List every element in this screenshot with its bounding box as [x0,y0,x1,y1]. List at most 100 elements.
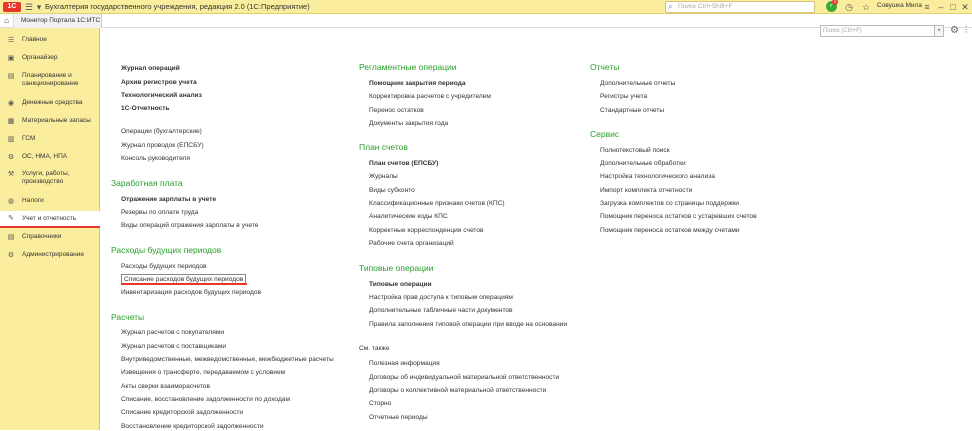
link-transfer-notices[interactable]: Извещения о трансферте, передаваемом с у… [121,368,285,377]
stock-icon: ▦ [7,118,15,125]
link-tech-analysis-settings[interactable]: Настройка технологического анализа [600,172,715,181]
sidebar-item-taxes[interactable]: ◍ Налоги [0,197,100,205]
sidebar-item-stock[interactable]: ▦ Материальные запасы [0,117,100,125]
notification-count-badge: 1 [832,0,838,5]
sidebar-item-label: Налоги [22,197,44,204]
search-icon: ⌕ [668,2,673,11]
link-typical-access[interactable]: Настройка прав доступа к типовым операци… [369,293,513,302]
gear-icon[interactable]: ⚙ [950,25,959,36]
link-operations-journal[interactable]: Журнал операций [121,64,180,73]
title-bar: 1С ☰ ▾ Бухгалтерия государственного учре… [0,0,972,14]
sidebar: ☰ Главное ▣ Органайзер ▤ Планирование и сан… [0,28,100,430]
tab-its-portal-monitor[interactable]: Монитор Портала 1С:ИТС [14,14,102,28]
sidebar-item-main[interactable]: ☰ Главное [0,36,100,44]
link-period-closing-assistant[interactable]: Помощник закрытия периода [369,79,466,88]
sidebar-item-label: Денежные средства [22,99,83,106]
heading-salary: Заработная плата [111,178,183,188]
link-payables-writeoff[interactable]: Списание кредиторской задолженности [121,408,243,417]
link-founder-adjustment[interactable]: Корректировка расчетов с учредителем [369,92,491,101]
sidebar-item-admin[interactable]: ⚙ Администрирование [0,251,100,259]
heading-reports: Отчеты [590,62,620,72]
sidebar-item-fuel[interactable]: ▥ ГСМ [0,135,100,143]
link-standard-reports[interactable]: Стандартные отчеты [600,106,664,115]
highlight-underline [121,283,247,285]
link-balance-transfer[interactable]: Перенос остатков [369,106,424,115]
link-fill-rules[interactable]: Правила заполнения типовой операции при … [369,320,567,329]
link-working-accounts[interactable]: Рабочие счета организаций [369,239,454,248]
link-reporting-periods[interactable]: Отчетные периоды [369,413,428,422]
link-typical-operations[interactable]: Типовые операции [369,280,432,289]
link-journals[interactable]: Журналы [369,172,398,181]
sidebar-item-assets[interactable]: ⚙ ОС, НМА, НПА [0,153,100,161]
link-year-closing-docs[interactable]: Документы закрытия года [369,119,448,128]
heading-typical-operations: Типовые операции [359,263,434,273]
link-correspondences[interactable]: Корректные корреспонденции счетов [369,226,484,235]
link-interdepartmental[interactable]: Внутриведомственные, межведомственные, м… [121,355,334,364]
home-icon[interactable]: ⌂ [0,14,14,28]
sidebar-item-label: Планирование и санкционирование [22,72,79,87]
link-income-debt[interactable]: Списание, восстановление задолженности п… [121,395,290,404]
dropdown-arrow-icon[interactable]: ▾ [33,1,45,13]
link-additional-processing[interactable]: Дополнительные обработки [600,159,686,168]
link-individual-liability[interactable]: Договоры об индивидуальной материальной … [369,373,559,382]
link-collective-liability[interactable]: Договоры о коллективной материальной отв… [369,386,546,395]
menu-icon: ☰ [7,37,15,44]
link-kps-codes[interactable]: Аналитические коды КПС [369,212,448,221]
sidebar-item-services[interactable]: ⚒ Услуги, работы, производство [0,170,100,186]
link-useful-info[interactable]: Полезная информация [369,359,440,368]
more-icon[interactable]: ⋮ [962,25,970,34]
sidebar-item-label: ОС, НМА, НПА [22,153,68,160]
link-storno[interactable]: Сторно [369,399,391,408]
sidebar-item-label: Услуги, работы, производство [22,170,70,185]
link-extra-table-parts[interactable]: Дополнительные табличные части документо… [369,306,513,315]
link-payroll-reserves[interactable]: Резервы по оплате труда [121,208,198,217]
minimize-icon[interactable]: – [935,1,947,13]
maximize-icon[interactable]: □ [947,1,959,13]
link-tech-analysis[interactable]: Технологический анализ [121,91,202,100]
link-obsolete-transfer[interactable]: Помощник переноса остатков с устаревших … [600,212,757,221]
link-additional-reports[interactable]: Дополнительные отчеты [600,79,675,88]
section-search-input[interactable]: Поиск (Ctrl+F) [820,25,935,37]
link-deferred-inventory[interactable]: Инвентаризация расходов будущих периодов [121,288,261,297]
link-accounting-operations[interactable]: Операции (бухгалтерские) [121,127,202,136]
link-chart-epsbu[interactable]: План счетов (ЕПСБУ) [369,159,438,168]
clear-search-icon[interactable]: × [934,25,944,37]
link-between-accounts-transfer[interactable]: Помощник переноса остатков между счетами [600,226,740,235]
global-search-input[interactable]: ⌕ Поиск Ctrl+Shift+F [665,1,815,13]
sidebar-item-catalogs[interactable]: ▤ Справочники [0,233,100,241]
heading-service: Сервис [590,129,620,139]
link-deferred-expenses[interactable]: Расходы будущих периодов [121,262,207,271]
heading-chart-of-accounts: План счетов [359,142,408,152]
link-fulltext-search[interactable]: Полнотекстовый поиск [600,146,670,155]
link-registers-archive[interactable]: Архив регистров учета [121,78,197,87]
link-manager-console[interactable]: Консоль руководителя [121,154,190,163]
sidebar-item-planning[interactable]: ▤ Планирование и санкционирование [0,72,100,88]
link-subconto-types[interactable]: Виды субконто [369,186,415,195]
link-supplier-settlements[interactable]: Журнал расчетов с поставщиками [121,342,226,351]
active-item-highlight [0,226,100,228]
link-support-download[interactable]: Загрузка комплектов со страницы поддержк… [600,199,739,208]
services-icon: ⚒ [7,171,15,178]
link-import-reporting[interactable]: Импорт комплекта отчетности [600,186,692,195]
sidebar-item-organizer[interactable]: ▣ Органайзер [0,54,100,62]
heading-see-also: См. также [359,345,390,352]
close-icon[interactable]: ✕ [959,1,971,13]
link-salary-operation-types[interactable]: Виды операций отражения зарплаты в учете [121,221,258,230]
link-salary-reflection[interactable]: Отражение зарплаты в учете [121,195,216,204]
fuel-icon: ▥ [7,136,15,143]
link-postings-journal[interactable]: Журнал проводок (ЕПСБУ) [121,141,204,150]
user-name[interactable]: Совушка Мила [877,2,922,9]
sidebar-item-money[interactable]: ◉ Денежные средства [0,99,100,107]
link-kps-attributes[interactable]: Классификационные признаки счетов (КПС) [369,199,505,208]
taxes-icon: ◍ [7,198,15,205]
settings-menu-icon[interactable]: ≡ [921,1,933,13]
sidebar-item-label: Главное [22,36,47,43]
favorites-icon[interactable]: ☆ [860,1,872,13]
history-icon[interactable]: ◷ [843,1,855,13]
link-reconciliation-acts[interactable]: Акты сверки взаиморасчетов [121,382,210,391]
link-1c-reporting[interactable]: 1С-Отчетность [121,104,170,113]
link-customer-settlements[interactable]: Журнал расчетов с покупателями [121,328,224,337]
heading-settlements: Расчеты [111,312,145,322]
sidebar-item-label: Администрирование [22,251,84,258]
link-accounting-registers[interactable]: Регистры учета [600,92,647,101]
